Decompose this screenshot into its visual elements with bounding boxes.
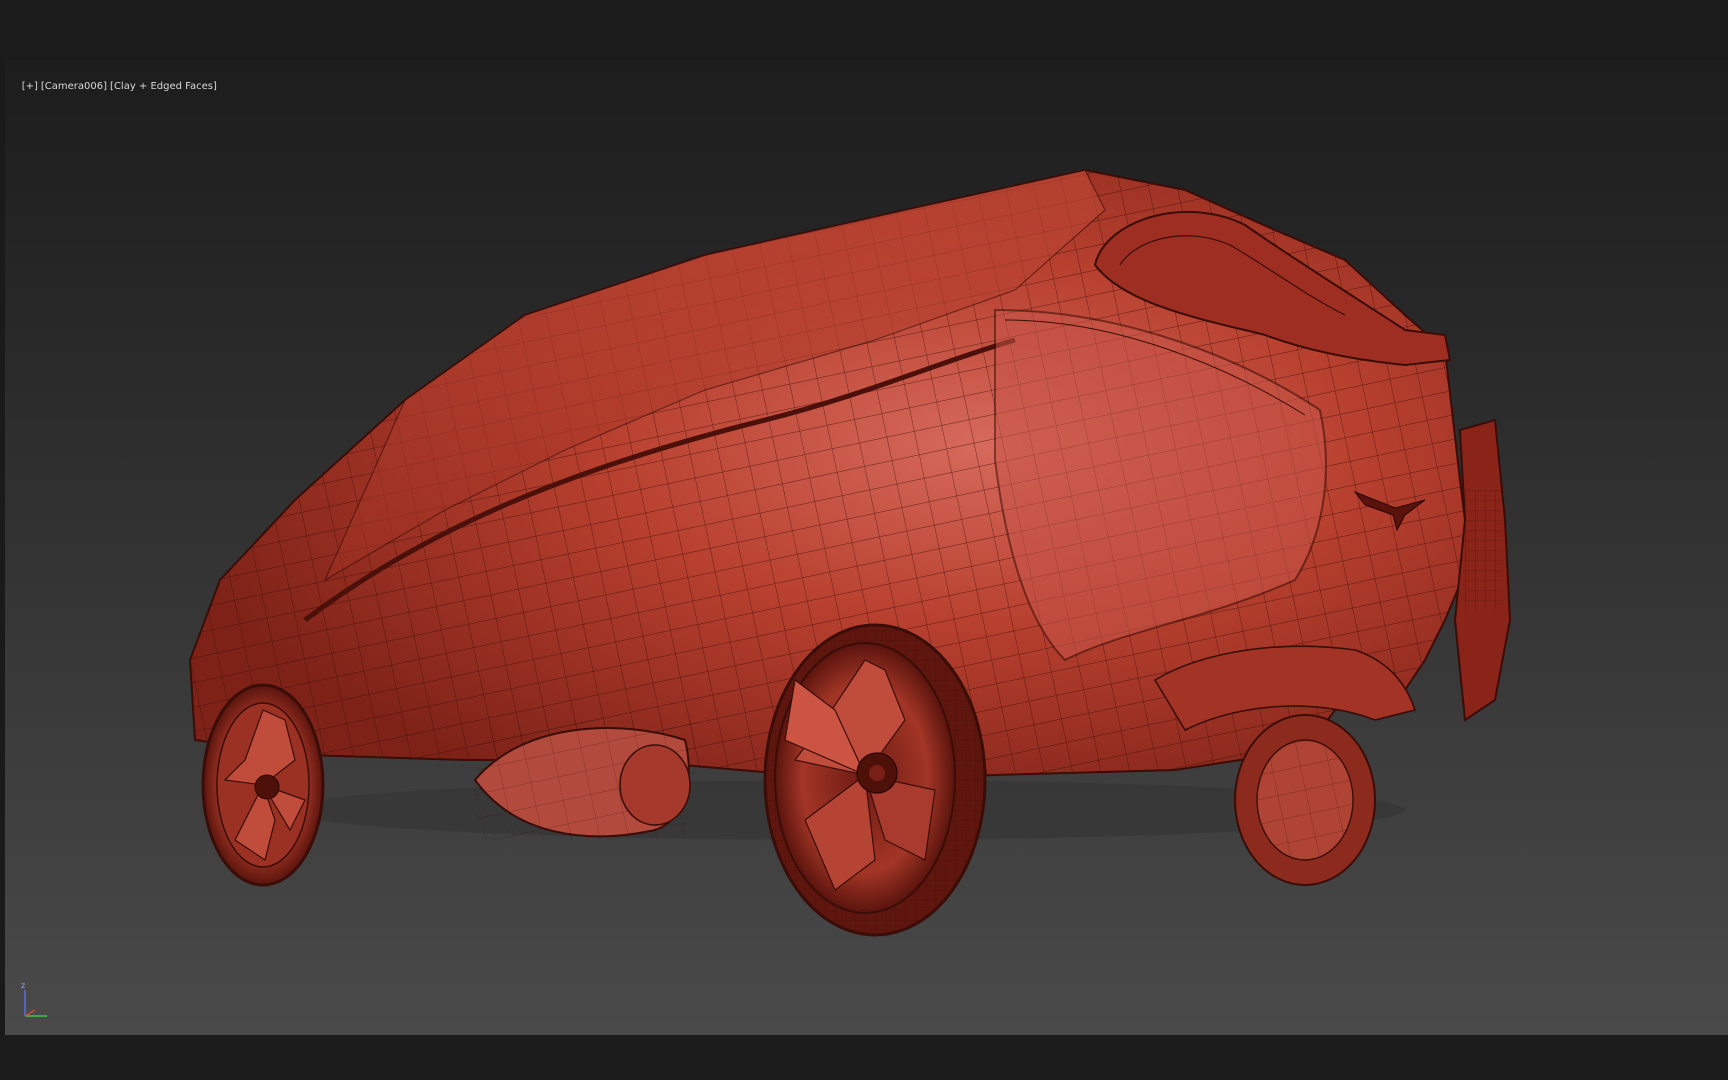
3d-viewport[interactable]: [+] [Camera006] [Clay + Edged Faces] z: [5, 60, 1728, 1035]
back-wheel: [1234, 714, 1376, 886]
side-intake: [473, 720, 695, 840]
front-wheel: [201, 683, 325, 887]
axis-gizmo: z: [21, 981, 47, 1017]
rear-wheel: [763, 623, 987, 937]
viewport-top-bar: [0, 0, 1728, 60]
axis-z-label: z: [21, 981, 25, 990]
car-model-render: [188, 168, 1512, 937]
viewport-bottom-bar: [0, 1035, 1728, 1080]
